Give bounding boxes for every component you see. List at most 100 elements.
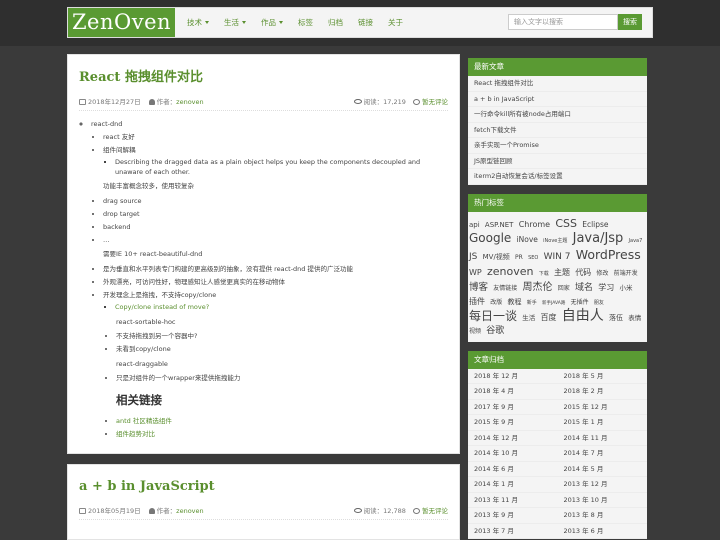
tag-link[interactable]: 前端开发 — [614, 267, 638, 280]
recent-post-link[interactable]: a + b in JavaScript — [468, 92, 647, 107]
tag-link[interactable]: 视频 — [469, 325, 481, 338]
archive-list: 2018 年 12 月 2018 年 5 月 2018 年 4 月 2018 年 2 … — [468, 368, 647, 539]
comments-link[interactable]: 暂无评论 — [422, 507, 448, 515]
tag-link[interactable]: 自由人 — [562, 309, 604, 323]
nav-item-links[interactable]: 链接 — [358, 8, 373, 37]
author-link[interactable]: zenoven — [176, 507, 203, 515]
archive-link[interactable]: 2014 年 11 月 — [557, 431, 647, 446]
recent-post-link[interactable]: fetch下载文件 — [468, 123, 647, 138]
tag-link[interactable]: 代码 — [575, 266, 591, 279]
tag-link[interactable]: 小米 — [619, 282, 632, 295]
list-item: … — [103, 236, 448, 246]
list-item: backend — [103, 223, 448, 233]
archive-link[interactable]: 2013 年 6 月 — [557, 524, 647, 539]
tag-link[interactable]: 主题 — [554, 266, 570, 279]
nav-item-about[interactable]: 关于 — [388, 8, 403, 37]
tag-link[interactable]: 域名 — [575, 282, 593, 295]
tag-link[interactable]: MV/视频 — [483, 251, 510, 264]
search-button[interactable]: 搜索 — [618, 14, 642, 30]
tag-link[interactable]: 表情 — [628, 312, 641, 325]
recent-post-link[interactable]: iterm2自动恢复会话/标签设置 — [468, 169, 647, 185]
author-link[interactable]: zenoven — [176, 98, 203, 106]
tag-link[interactable]: CSS — [555, 217, 577, 230]
tag-link[interactable]: 回家 — [558, 282, 570, 295]
content-link[interactable]: Copy/clone instead of move? — [115, 303, 209, 311]
tag-link[interactable]: Google — [469, 231, 511, 245]
article-title-link[interactable]: React 拖拽组件对比 — [79, 70, 203, 85]
tag-link[interactable]: 博客 — [469, 281, 488, 294]
tag-link[interactable]: 下载 — [539, 268, 549, 281]
tag-link[interactable]: 学习 — [598, 281, 614, 294]
nav-item-archive[interactable]: 归档 — [328, 8, 343, 37]
archive-link[interactable]: 2013 年 10 月 — [557, 493, 647, 508]
archive-link[interactable]: 2013 年 8 月 — [557, 508, 647, 524]
tag-link[interactable]: 改版 — [490, 296, 502, 309]
nav-item-tags[interactable]: 标签 — [298, 8, 313, 37]
tag-link[interactable]: api — [469, 219, 480, 232]
site-logo[interactable]: ZenOven — [68, 8, 175, 37]
recent-post-link[interactable]: JS原型链回顾 — [468, 154, 647, 169]
archive-link[interactable]: 2018 年 12 月 — [468, 369, 558, 384]
tag-link[interactable]: 谷歌 — [486, 325, 504, 338]
tag-link[interactable]: SEO — [528, 252, 538, 265]
recent-post-link[interactable]: 亲手实现一个Promise — [468, 138, 647, 154]
tag-link[interactable]: 教程 — [507, 296, 521, 309]
tag-link[interactable]: iNove — [517, 233, 538, 246]
nav-item-life[interactable]: 生活 — [224, 8, 246, 37]
tag-link[interactable]: Chrome — [519, 218, 550, 231]
related-link[interactable]: 组件趋势对比 — [116, 430, 155, 438]
archive-link[interactable]: 2018 年 4 月 — [468, 384, 558, 400]
archive-link[interactable]: 2013 年 9 月 — [468, 508, 558, 524]
tag-link[interactable]: WordPress — [576, 248, 641, 261]
archive-link[interactable]: 2014 年 12 月 — [468, 431, 558, 446]
tag-link[interactable]: Java7 — [629, 235, 643, 248]
article-title[interactable]: React 拖拽组件对比 — [79, 66, 448, 85]
archive-link[interactable]: 2014 年 6 月 — [468, 462, 558, 477]
archive-link[interactable]: 2018 年 5 月 — [557, 369, 647, 384]
tag-link[interactable]: iNove主题 — [543, 235, 567, 248]
chevron-down-icon — [279, 21, 283, 24]
archive-link[interactable]: 2015 年 1 月 — [557, 415, 647, 431]
archive-link[interactable]: 2015 年 12 月 — [557, 400, 647, 415]
tag-link[interactable]: 每日一谈 — [469, 309, 517, 323]
archive-link[interactable]: 2014 年 5 月 — [557, 462, 647, 477]
archive-link[interactable]: 2013 年 12 月 — [557, 477, 647, 493]
archive-link[interactable]: 2015 年 9 月 — [468, 415, 558, 431]
nav-item-works[interactable]: 作品 — [261, 8, 283, 37]
tag-link[interactable]: zenoven — [487, 265, 534, 278]
tag-link[interactable]: PR — [515, 251, 523, 264]
tag-link[interactable]: 百度 — [540, 311, 556, 324]
archive-link[interactable]: 2014 年 1 月 — [468, 477, 558, 493]
recent-post-link[interactable]: 一行命令kill所有被node占用端口 — [468, 107, 647, 123]
tag-link[interactable]: 友情链接 — [493, 282, 517, 295]
article-title[interactable]: a + b in JavaScript — [79, 479, 448, 494]
tag-link[interactable]: 无插件 — [571, 296, 589, 309]
tag-link[interactable]: JS — [469, 251, 477, 264]
archive-link[interactable]: 2017 年 9 月 — [468, 400, 558, 415]
tag-link[interactable]: WIN 7 — [544, 251, 571, 264]
tag-link[interactable]: 新手 — [527, 297, 537, 310]
nav-item-tech[interactable]: 技术 — [187, 8, 209, 37]
tag-link[interactable]: 插件 — [469, 295, 485, 308]
archive-link[interactable]: 2014 年 10 月 — [468, 446, 558, 462]
tag-link[interactable]: 落伍 — [609, 312, 623, 325]
archive-link[interactable]: 2013 年 7 月 — [468, 524, 558, 539]
outline-list: react-dnd react 友好 组件间解耦 Describing the … — [79, 120, 448, 440]
archive-link[interactable]: 2013 年 11 月 — [468, 493, 558, 508]
list-item: 不支持拖拽到另一个容器中? — [116, 332, 448, 342]
tag-link[interactable]: 生活 — [522, 312, 535, 325]
archive-link[interactable]: 2014 年 7 月 — [557, 446, 647, 462]
tag-link[interactable]: 修改 — [596, 267, 608, 280]
tag-link[interactable]: WP — [469, 266, 482, 279]
search-input[interactable] — [508, 14, 618, 30]
comments-link[interactable]: 暂无评论 — [422, 98, 448, 106]
related-link[interactable]: antd 社区精选组件 — [116, 417, 172, 425]
article-title-link[interactable]: a + b in JavaScript — [79, 479, 215, 494]
tag-link[interactable]: Eclipse — [582, 218, 608, 231]
tag-link[interactable]: Java/Jsp — [573, 232, 624, 245]
tag-link[interactable]: ASP.NET — [485, 219, 514, 232]
date: 2018年12月27日 — [79, 98, 141, 106]
recent-post-link[interactable]: React 拖拽组件对比 — [468, 76, 647, 92]
tag-link[interactable]: 周杰伦 — [523, 281, 553, 294]
archive-link[interactable]: 2018 年 2 月 — [557, 384, 647, 400]
